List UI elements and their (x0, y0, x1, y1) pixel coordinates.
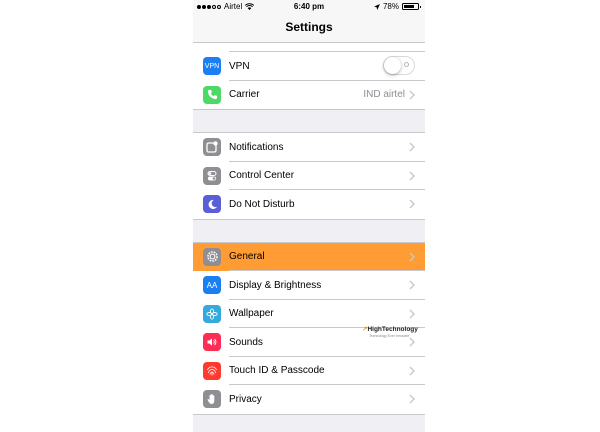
settings-row-do-not-disturb[interactable]: Do Not Disturb (193, 190, 425, 219)
gear-icon (203, 247, 221, 266)
battery-fill (404, 5, 415, 8)
flower-icon (203, 304, 221, 323)
settings-group-system: Notifications Control Center Do Not Dist… (193, 132, 425, 220)
chevron-right-icon (409, 199, 415, 209)
watermark-subtitle: Technology Ever Innovate (369, 334, 410, 338)
battery-percent: 78% (382, 2, 399, 11)
vpn-icon: VPN (203, 57, 221, 75)
row-label: Touch ID & Passcode (229, 365, 325, 377)
settings-group-network: VPN VPN Carrier IND airtel (193, 43, 425, 110)
row-label: General (229, 251, 265, 263)
watermark-title: HighTechnology (367, 326, 418, 333)
row-label: Notifications (229, 141, 284, 153)
navigation-bar: Settings (193, 13, 425, 43)
settings-row-touch-id-passcode[interactable]: Touch ID & Passcode (193, 356, 425, 385)
row-label: Sounds (229, 336, 263, 348)
chevron-right-icon (409, 394, 415, 404)
chevron-right-icon (409, 309, 415, 318)
notifications-icon (203, 138, 221, 156)
phone-icon (203, 85, 221, 104)
row-label: Privacy (229, 393, 262, 405)
page-title: Settings (285, 20, 333, 34)
settings-row-control-center[interactable]: Control Center (193, 161, 425, 190)
settings-row-privacy[interactable]: Privacy (193, 385, 425, 414)
speaker-icon (203, 333, 221, 351)
settings-row-wallpaper[interactable]: Wallpaper (193, 299, 425, 328)
settings-row-general[interactable]: General (193, 242, 425, 271)
chevron-right-icon (409, 252, 415, 261)
row-label: Display & Brightness (229, 279, 322, 291)
moon-icon (203, 195, 221, 213)
phone-screen: Airtel 6:40 pm 78% Settings VPN VPN Carr… (193, 0, 425, 432)
location-arrow-icon (373, 3, 380, 10)
watermark-logo: ↗HighTechnology Technology Ever Innovate (362, 326, 422, 342)
chevron-right-icon (409, 142, 415, 152)
battery-icon (402, 3, 421, 10)
settings-row-notifications[interactable]: Notifications (193, 133, 425, 162)
row-label: VPN (229, 60, 250, 72)
fingerprint-icon (203, 361, 221, 380)
settings-row-vpn[interactable]: VPN VPN (193, 52, 425, 81)
row-label: Do Not Disturb (229, 198, 295, 210)
status-bar: Airtel 6:40 pm 78% (193, 0, 425, 13)
toggle-off-indicator (404, 62, 409, 67)
partial-row (193, 43, 425, 52)
carrier-detail: IND airtel (363, 89, 405, 101)
chevron-right-icon (409, 280, 415, 290)
row-label: Control Center (229, 170, 295, 182)
control-center-icon (203, 166, 221, 185)
display-brightness-icon: AA (203, 276, 221, 294)
row-label: Carrier (229, 89, 260, 101)
status-right: 78% (373, 0, 421, 13)
hand-icon (203, 390, 221, 408)
vpn-toggle[interactable] (383, 56, 415, 75)
settings-row-display-brightness[interactable]: AA Display & Brightness (193, 271, 425, 300)
chevron-right-icon (409, 366, 415, 375)
chevron-right-icon (409, 90, 415, 99)
settings-list: VPN VPN Carrier IND airtel Notifications… (193, 43, 425, 432)
row-label: Wallpaper (229, 308, 274, 320)
toggle-knob (384, 57, 401, 74)
settings-row-carrier[interactable]: Carrier IND airtel (193, 80, 425, 109)
chevron-right-icon (409, 171, 415, 180)
